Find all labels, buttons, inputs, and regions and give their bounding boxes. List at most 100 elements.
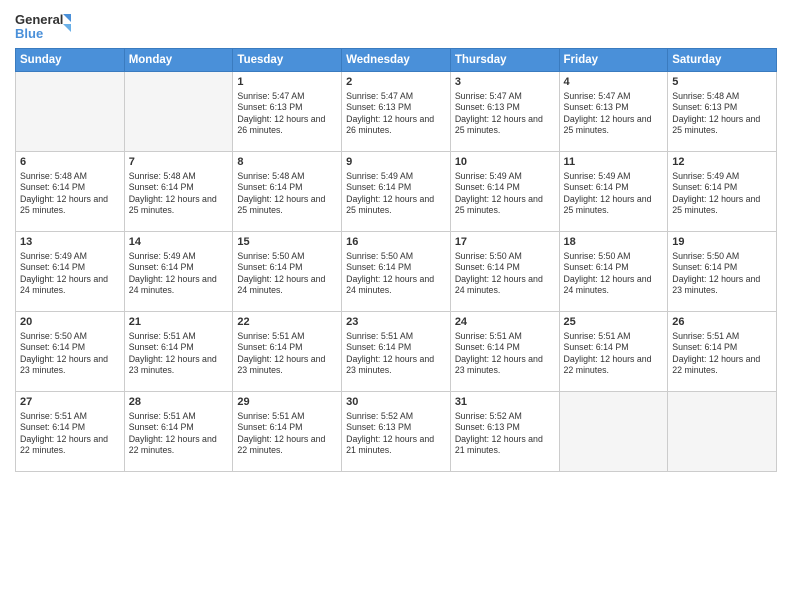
calendar-cell [124,72,233,152]
week-row-4: 20Sunrise: 5:50 AM Sunset: 6:14 PM Dayli… [16,312,777,392]
day-info: Sunrise: 5:49 AM Sunset: 6:14 PM Dayligh… [564,171,664,217]
calendar-cell: 1Sunrise: 5:47 AM Sunset: 6:13 PM Daylig… [233,72,342,152]
calendar-cell: 7Sunrise: 5:48 AM Sunset: 6:14 PM Daylig… [124,152,233,232]
day-info: Sunrise: 5:49 AM Sunset: 6:14 PM Dayligh… [20,251,120,297]
day-number: 6 [20,155,120,170]
calendar-cell: 28Sunrise: 5:51 AM Sunset: 6:14 PM Dayli… [124,392,233,472]
day-number: 15 [237,235,337,250]
day-number: 2 [346,75,446,90]
calendar-cell: 3Sunrise: 5:47 AM Sunset: 6:13 PM Daylig… [450,72,559,152]
day-info: Sunrise: 5:51 AM Sunset: 6:14 PM Dayligh… [129,331,229,377]
col-header-saturday: Saturday [668,49,777,72]
logo: GeneralBlue [15,10,75,42]
day-number: 20 [20,315,120,330]
day-number: 4 [564,75,664,90]
day-number: 21 [129,315,229,330]
day-info: Sunrise: 5:47 AM Sunset: 6:13 PM Dayligh… [564,91,664,137]
day-info: Sunrise: 5:48 AM Sunset: 6:14 PM Dayligh… [237,171,337,217]
calendar-cell: 9Sunrise: 5:49 AM Sunset: 6:14 PM Daylig… [342,152,451,232]
calendar-cell: 21Sunrise: 5:51 AM Sunset: 6:14 PM Dayli… [124,312,233,392]
day-info: Sunrise: 5:51 AM Sunset: 6:14 PM Dayligh… [455,331,555,377]
week-row-5: 27Sunrise: 5:51 AM Sunset: 6:14 PM Dayli… [16,392,777,472]
day-number: 10 [455,155,555,170]
calendar-cell: 16Sunrise: 5:50 AM Sunset: 6:14 PM Dayli… [342,232,451,312]
day-info: Sunrise: 5:47 AM Sunset: 6:13 PM Dayligh… [237,91,337,137]
day-info: Sunrise: 5:47 AM Sunset: 6:13 PM Dayligh… [346,91,446,137]
day-number: 13 [20,235,120,250]
calendar-table: SundayMondayTuesdayWednesdayThursdayFrid… [15,48,777,472]
day-info: Sunrise: 5:48 AM Sunset: 6:14 PM Dayligh… [20,171,120,217]
calendar-cell: 12Sunrise: 5:49 AM Sunset: 6:14 PM Dayli… [668,152,777,232]
calendar-cell [668,392,777,472]
day-number: 1 [237,75,337,90]
col-header-friday: Friday [559,49,668,72]
calendar-cell: 26Sunrise: 5:51 AM Sunset: 6:14 PM Dayli… [668,312,777,392]
day-info: Sunrise: 5:52 AM Sunset: 6:13 PM Dayligh… [455,411,555,457]
day-number: 28 [129,395,229,410]
day-number: 27 [20,395,120,410]
day-info: Sunrise: 5:50 AM Sunset: 6:14 PM Dayligh… [455,251,555,297]
calendar-cell: 18Sunrise: 5:50 AM Sunset: 6:14 PM Dayli… [559,232,668,312]
calendar-cell [16,72,125,152]
day-info: Sunrise: 5:52 AM Sunset: 6:13 PM Dayligh… [346,411,446,457]
col-header-thursday: Thursday [450,49,559,72]
day-number: 8 [237,155,337,170]
week-row-1: 1Sunrise: 5:47 AM Sunset: 6:13 PM Daylig… [16,72,777,152]
day-info: Sunrise: 5:51 AM Sunset: 6:14 PM Dayligh… [564,331,664,377]
day-number: 26 [672,315,772,330]
calendar-cell: 11Sunrise: 5:49 AM Sunset: 6:14 PM Dayli… [559,152,668,232]
calendar-cell: 2Sunrise: 5:47 AM Sunset: 6:13 PM Daylig… [342,72,451,152]
day-number: 29 [237,395,337,410]
day-info: Sunrise: 5:51 AM Sunset: 6:14 PM Dayligh… [129,411,229,457]
week-row-2: 6Sunrise: 5:48 AM Sunset: 6:14 PM Daylig… [16,152,777,232]
day-number: 24 [455,315,555,330]
calendar-cell: 25Sunrise: 5:51 AM Sunset: 6:14 PM Dayli… [559,312,668,392]
calendar-cell: 10Sunrise: 5:49 AM Sunset: 6:14 PM Dayli… [450,152,559,232]
day-number: 12 [672,155,772,170]
day-number: 16 [346,235,446,250]
day-info: Sunrise: 5:51 AM Sunset: 6:14 PM Dayligh… [237,411,337,457]
day-number: 19 [672,235,772,250]
day-info: Sunrise: 5:51 AM Sunset: 6:14 PM Dayligh… [346,331,446,377]
day-info: Sunrise: 5:48 AM Sunset: 6:13 PM Dayligh… [672,91,772,137]
week-row-3: 13Sunrise: 5:49 AM Sunset: 6:14 PM Dayli… [16,232,777,312]
day-info: Sunrise: 5:51 AM Sunset: 6:14 PM Dayligh… [237,331,337,377]
calendar-cell: 27Sunrise: 5:51 AM Sunset: 6:14 PM Dayli… [16,392,125,472]
day-info: Sunrise: 5:50 AM Sunset: 6:14 PM Dayligh… [564,251,664,297]
calendar-cell: 5Sunrise: 5:48 AM Sunset: 6:13 PM Daylig… [668,72,777,152]
day-info: Sunrise: 5:48 AM Sunset: 6:14 PM Dayligh… [129,171,229,217]
day-number: 5 [672,75,772,90]
calendar-cell: 22Sunrise: 5:51 AM Sunset: 6:14 PM Dayli… [233,312,342,392]
day-number: 22 [237,315,337,330]
svg-text:General: General [15,12,63,27]
col-header-wednesday: Wednesday [342,49,451,72]
col-header-tuesday: Tuesday [233,49,342,72]
calendar-cell: 4Sunrise: 5:47 AM Sunset: 6:13 PM Daylig… [559,72,668,152]
calendar-cell: 15Sunrise: 5:50 AM Sunset: 6:14 PM Dayli… [233,232,342,312]
day-info: Sunrise: 5:50 AM Sunset: 6:14 PM Dayligh… [237,251,337,297]
calendar-cell: 17Sunrise: 5:50 AM Sunset: 6:14 PM Dayli… [450,232,559,312]
day-info: Sunrise: 5:49 AM Sunset: 6:14 PM Dayligh… [672,171,772,217]
day-number: 11 [564,155,664,170]
day-number: 18 [564,235,664,250]
col-header-monday: Monday [124,49,233,72]
calendar-cell: 8Sunrise: 5:48 AM Sunset: 6:14 PM Daylig… [233,152,342,232]
calendar-cell: 30Sunrise: 5:52 AM Sunset: 6:13 PM Dayli… [342,392,451,472]
day-info: Sunrise: 5:47 AM Sunset: 6:13 PM Dayligh… [455,91,555,137]
header: GeneralBlue [15,10,777,42]
day-number: 14 [129,235,229,250]
day-number: 17 [455,235,555,250]
calendar-cell: 29Sunrise: 5:51 AM Sunset: 6:14 PM Dayli… [233,392,342,472]
calendar-cell: 23Sunrise: 5:51 AM Sunset: 6:14 PM Dayli… [342,312,451,392]
svg-text:Blue: Blue [15,26,43,41]
day-info: Sunrise: 5:50 AM Sunset: 6:14 PM Dayligh… [346,251,446,297]
day-info: Sunrise: 5:49 AM Sunset: 6:14 PM Dayligh… [346,171,446,217]
calendar-cell: 24Sunrise: 5:51 AM Sunset: 6:14 PM Dayli… [450,312,559,392]
calendar-cell: 13Sunrise: 5:49 AM Sunset: 6:14 PM Dayli… [16,232,125,312]
calendar-cell: 31Sunrise: 5:52 AM Sunset: 6:13 PM Dayli… [450,392,559,472]
day-info: Sunrise: 5:49 AM Sunset: 6:14 PM Dayligh… [455,171,555,217]
day-info: Sunrise: 5:51 AM Sunset: 6:14 PM Dayligh… [672,331,772,377]
day-number: 3 [455,75,555,90]
day-info: Sunrise: 5:51 AM Sunset: 6:14 PM Dayligh… [20,411,120,457]
header-row: SundayMondayTuesdayWednesdayThursdayFrid… [16,49,777,72]
